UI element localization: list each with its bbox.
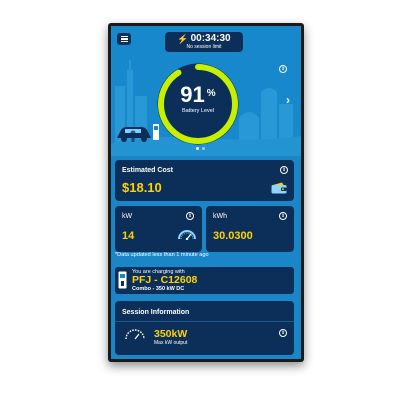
- cost-info-icon[interactable]: i: [280, 166, 288, 174]
- battery-label: Battery Level: [181, 108, 215, 114]
- carousel-dots: [196, 147, 205, 150]
- battery-readout: 91 % Battery Level: [165, 71, 231, 137]
- estimated-cost-title: Estimated Cost: [122, 167, 173, 174]
- carousel-dot-active[interactable]: [196, 147, 199, 150]
- session-information-title: Session Information: [122, 309, 190, 316]
- output-gauge-icon: [125, 329, 145, 340]
- charger-station-icon: [118, 271, 127, 289]
- max-output-label: Max kW output: [154, 340, 188, 346]
- elapsed-time: 00:34:30: [190, 33, 231, 44]
- session-limit-text: No session limit: [186, 44, 222, 50]
- battery-percent-unit: %: [206, 88, 216, 99]
- charger-name: PFJ - C12608: [132, 274, 198, 286]
- app-screen: ⚡ 00:34:30 No session limit i 91 % Batte…: [111, 26, 301, 359]
- estimated-cost-value: $18.10: [122, 180, 162, 195]
- divider: [115, 321, 294, 322]
- battery-hero: ⚡ 00:34:30 No session limit i 91 % Batte…: [111, 26, 301, 156]
- energy-info-icon[interactable]: i: [279, 212, 287, 220]
- energy-title: kWh: [213, 213, 227, 220]
- data-update-note: *Data updated less than 1 minute ago: [115, 252, 209, 258]
- energy-card: kWh i 30.0300: [206, 206, 294, 252]
- chevron-right-icon[interactable]: ›: [286, 93, 290, 107]
- session-information-card[interactable]: Session Information 350kW Max kW output …: [115, 301, 294, 355]
- charger-info-bar: You are charging with PFJ - C12608 Combo…: [115, 267, 294, 294]
- power-card: kW i 14: [115, 206, 202, 252]
- battery-percent: 91: [180, 82, 205, 107]
- power-value: 14: [122, 230, 135, 242]
- estimated-cost-card: Estimated Cost i $18.10: [115, 160, 294, 201]
- speedometer-icon: [178, 230, 196, 240]
- energy-value: 30.0300: [213, 230, 253, 242]
- session-info-icon[interactable]: i: [279, 329, 287, 337]
- carousel-dot[interactable]: [202, 147, 205, 150]
- menu-button[interactable]: [117, 33, 131, 45]
- session-timer: ⚡ 00:34:30 No session limit: [165, 32, 243, 52]
- power-info-icon[interactable]: i: [186, 212, 194, 220]
- battery-info-icon[interactable]: i: [279, 65, 287, 73]
- max-output-value: 350kW: [154, 328, 188, 340]
- charger-connector-detail: Combo - 350 kW DC: [132, 286, 185, 292]
- lightning-bolt-icon: ⚡: [177, 33, 189, 44]
- wallet-icon: [271, 182, 287, 194]
- power-title: kW: [122, 213, 133, 220]
